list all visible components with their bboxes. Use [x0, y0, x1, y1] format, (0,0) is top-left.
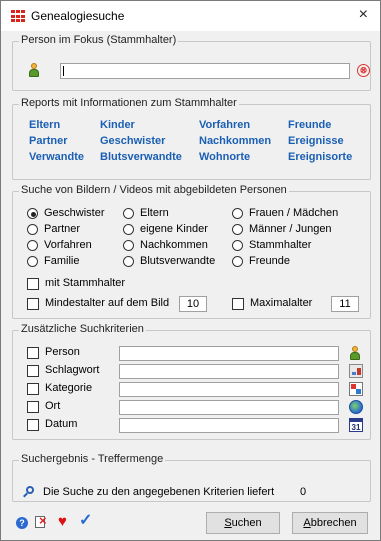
checkbox-label: Maximalalter [250, 297, 313, 309]
search-button-accel: S [224, 517, 232, 529]
tag-icon[interactable] [349, 364, 363, 378]
radio-label: Freunde [249, 255, 290, 267]
radio-label: Vorfahren [44, 239, 92, 251]
calendar-day-text: 31 [351, 423, 361, 432]
reports-legend: Reports mit Informationen zum Stammhalte… [19, 97, 239, 109]
person-focus-legend: Person im Fokus (Stammhalter) [19, 34, 179, 46]
report-link-geschwister[interactable]: Geschwister [100, 135, 165, 147]
min-age-input[interactable]: 10 [179, 296, 207, 312]
person-icon[interactable] [28, 63, 40, 77]
reports-group: Reports mit Informationen zum Stammhalte… [12, 97, 371, 180]
criteria-label: Person [45, 346, 80, 358]
report-link-verwandte[interactable]: Verwandte [29, 151, 84, 163]
criteria-label: Ort [45, 400, 61, 412]
report-link-ereignisorte[interactable]: Ereignisorte [288, 151, 352, 163]
result-count: 0 [300, 486, 307, 498]
report-link-wohnorte[interactable]: Wohnorte [199, 151, 250, 163]
report-link-partner[interactable]: Partner [29, 135, 68, 147]
radio-selected-dot [31, 212, 36, 217]
edit-icon[interactable]: × [35, 514, 50, 529]
heart-icon[interactable]: ♥ [58, 514, 67, 529]
report-link-nachkommen[interactable]: Nachkommen [199, 135, 271, 147]
window-title: Genealogiesuche [31, 9, 125, 23]
globe-icon[interactable] [349, 400, 363, 414]
cancel-button[interactable]: Abbrechen [292, 512, 368, 534]
clear-icon[interactable]: ⊗ [357, 64, 370, 77]
media-search-legend: Suche von Bildern / Videos mit abgebilde… [19, 184, 289, 196]
person-icon[interactable] [349, 346, 363, 360]
criteria-input-ort[interactable] [119, 400, 339, 415]
result-legend: Suchergebnis - Treffermenge [19, 453, 166, 465]
radio-label: Familie [44, 255, 80, 267]
criteria-legend: Zusätzliche Suchkriterien [19, 323, 146, 335]
cancel-button-accel: A [303, 517, 311, 529]
person-focus-group: Person im Fokus (Stammhalter) ⊗ [12, 34, 371, 91]
app-icon [11, 10, 25, 23]
text-caret [63, 66, 64, 76]
report-link-kinder[interactable]: Kinder [100, 119, 135, 131]
radio-label: Geschwister [44, 207, 105, 219]
calendar-icon[interactable]: 31 [349, 418, 363, 432]
radio-label: Blutsverwandte [140, 255, 216, 267]
report-link-vorfahren[interactable]: Vorfahren [199, 119, 250, 131]
radio-label: Partner [44, 223, 81, 235]
criteria-group: Zusätzliche Suchkriterien Person Schlagw… [12, 323, 371, 440]
check-icon[interactable]: ✓ [79, 513, 92, 529]
radio-label: Eltern [140, 207, 169, 219]
radio-label: Stammhalter [249, 239, 312, 251]
report-link-eltern[interactable]: Eltern [29, 119, 60, 131]
search-button[interactable]: Suchen [206, 512, 280, 534]
criteria-input-schlagwort[interactable] [119, 364, 339, 379]
result-group: Suchergebnis - Treffermenge Die Suche zu… [12, 453, 371, 502]
criteria-label: Kategorie [45, 382, 93, 394]
media-search-group: Suche von Bildern / Videos mit abgebilde… [12, 184, 371, 319]
search-button-label: uchen [231, 517, 262, 529]
radio-label: Nachkommen [140, 239, 208, 251]
report-link-ereignisse[interactable]: Ereignisse [288, 135, 344, 147]
search-icon [23, 486, 35, 498]
cancel-button-label: bbrechen [310, 517, 357, 529]
criteria-input-person[interactable] [119, 346, 339, 361]
person-focus-input[interactable] [60, 63, 350, 79]
max-age-input[interactable]: 11 [331, 296, 359, 312]
checkbox-label: mit Stammhalter [45, 277, 126, 289]
report-link-freunde[interactable]: Freunde [288, 119, 331, 131]
title-bar: Genealogiesuche × [1, 1, 380, 31]
criteria-input-datum[interactable] [119, 418, 339, 433]
radio-label: Männer / Jungen [249, 223, 332, 235]
category-icon[interactable] [349, 382, 363, 396]
help-icon[interactable]: ? [16, 517, 28, 529]
radio-label: eigene Kinder [140, 223, 208, 235]
radio-label: Frauen / Mädchen [249, 207, 339, 219]
close-icon[interactable]: × [359, 6, 368, 24]
checkbox-label: Mindestalter auf dem Bild [45, 297, 170, 309]
result-text: Die Suche zu den angegebenen Kriterien l… [43, 486, 275, 498]
criteria-input-kategorie[interactable] [119, 382, 339, 397]
criteria-label: Datum [45, 418, 78, 430]
criteria-label: Schlagwort [45, 364, 100, 376]
dialog-window: Genealogiesuche × Person im Fokus (Stamm… [0, 0, 381, 541]
report-link-blutsverwandte[interactable]: Blutsverwandte [100, 151, 182, 163]
